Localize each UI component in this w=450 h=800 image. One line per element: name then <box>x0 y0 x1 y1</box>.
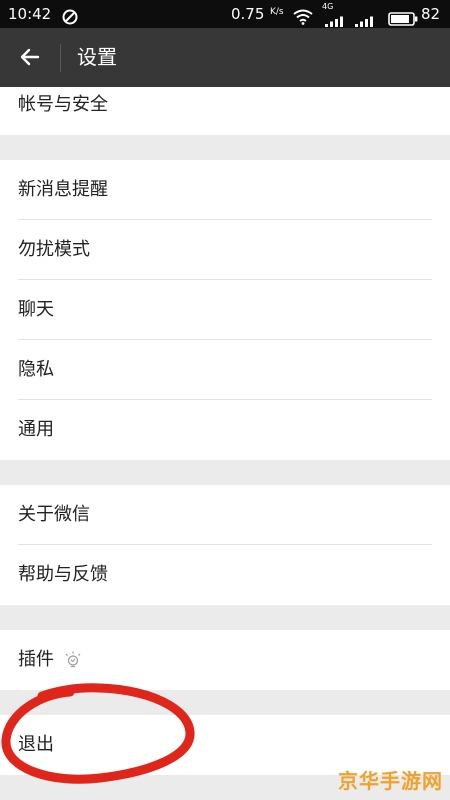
settings-item-label: 帐号与安全 <box>18 94 108 115</box>
status-time: 10:42 <box>8 5 52 23</box>
settings-item-label: 通用 <box>18 419 54 440</box>
status-speed-unit: K/s <box>270 7 284 17</box>
settings-group-plugins: 插件 <box>0 630 450 690</box>
settings-item-general[interactable]: 通用 <box>0 400 450 460</box>
settings-item-chat[interactable]: 聊天 <box>0 280 450 340</box>
settings-item-plugins[interactable]: 插件 <box>0 630 450 690</box>
settings-item-label: 关于微信 <box>18 504 90 525</box>
block-icon <box>62 6 78 25</box>
status-bar: 10:42 0.75 K/s 4G 82 <box>0 0 450 28</box>
settings-group-general: 新消息提醒 勿扰模式 聊天 隐私 通用 <box>0 160 450 460</box>
settings-item-label: 隐私 <box>18 359 54 380</box>
signal-icon <box>325 8 347 27</box>
settings-item-account-security[interactable]: 帐号与安全 <box>0 75 450 135</box>
settings-group-about: 关于微信 帮助与反馈 <box>0 485 450 605</box>
status-speed: 0.75 <box>231 5 265 23</box>
settings-item-help-feedback[interactable]: 帮助与反馈 <box>0 545 450 605</box>
watermark: 京华手游网 <box>338 769 443 793</box>
settings-item-privacy[interactable]: 隐私 <box>0 340 450 400</box>
wifi-icon <box>293 6 313 25</box>
settings-item-notifications[interactable]: 新消息提醒 <box>0 160 450 220</box>
lightbulb-icon <box>64 651 82 669</box>
back-button[interactable] <box>8 35 52 79</box>
settings-item-label: 新消息提醒 <box>18 179 108 200</box>
settings-item-do-not-disturb[interactable]: 勿扰模式 <box>0 220 450 280</box>
status-battery: 82 <box>421 5 441 23</box>
signal-icon <box>355 8 377 27</box>
settings-item-label: 聊天 <box>18 299 54 320</box>
battery-icon <box>388 7 418 26</box>
settings-item-about[interactable]: 关于微信 <box>0 485 450 545</box>
arrow-left-icon <box>20 48 40 66</box>
settings-item-label: 退出 <box>18 734 54 755</box>
settings-item-label: 插件 <box>18 649 54 670</box>
title-divider <box>60 44 61 72</box>
settings-group-account: 帐号与安全 <box>0 87 450 135</box>
settings-item-label: 帮助与反馈 <box>18 564 108 585</box>
settings-item-label: 勿扰模式 <box>18 239 90 260</box>
